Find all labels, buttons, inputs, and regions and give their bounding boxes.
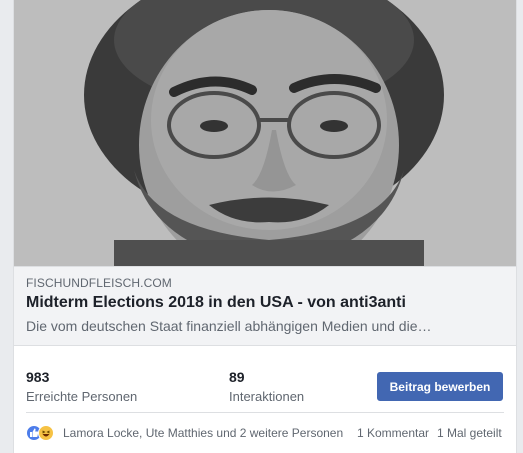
post-card: FISCHUNDFLEISCH.COM Midterm Elections 20… (13, 0, 517, 453)
haha-icon (38, 425, 54, 441)
interactions-count: 89 (229, 369, 245, 385)
boost-post-button[interactable]: Beitrag bewerben (377, 372, 503, 401)
interactions-label: Interaktionen (229, 389, 305, 404)
post-insights: 983 Erreichte Personen 89 Interaktionen … (14, 356, 516, 412)
link-title[interactable]: Midterm Elections 2018 in den USA - von … (26, 294, 406, 312)
shares-count[interactable]: 1 Mal geteilt (437, 426, 502, 440)
link-preview-text[interactable]: FISCHUNDFLEISCH.COM Midterm Elections 20… (14, 266, 516, 346)
portrait-photo (14, 0, 516, 266)
comments-count[interactable]: 1 Kommentar (357, 426, 429, 440)
reaction-names[interactable]: Lamora Locke, Ute Matthies und 2 weitere… (63, 426, 343, 440)
reactions-bar: Lamora Locke, Ute Matthies und 2 weitere… (14, 420, 516, 446)
divider (26, 412, 504, 413)
reached-label: Erreichte Personen (26, 389, 138, 404)
reached-count: 983 (26, 369, 50, 385)
reaction-icons[interactable] (26, 425, 58, 441)
link-domain: FISCHUNDFLEISCH.COM (26, 276, 172, 290)
link-description: Die vom deutschen Staat finanziell abhän… (26, 318, 432, 334)
link-preview-image[interactable] (14, 0, 516, 266)
